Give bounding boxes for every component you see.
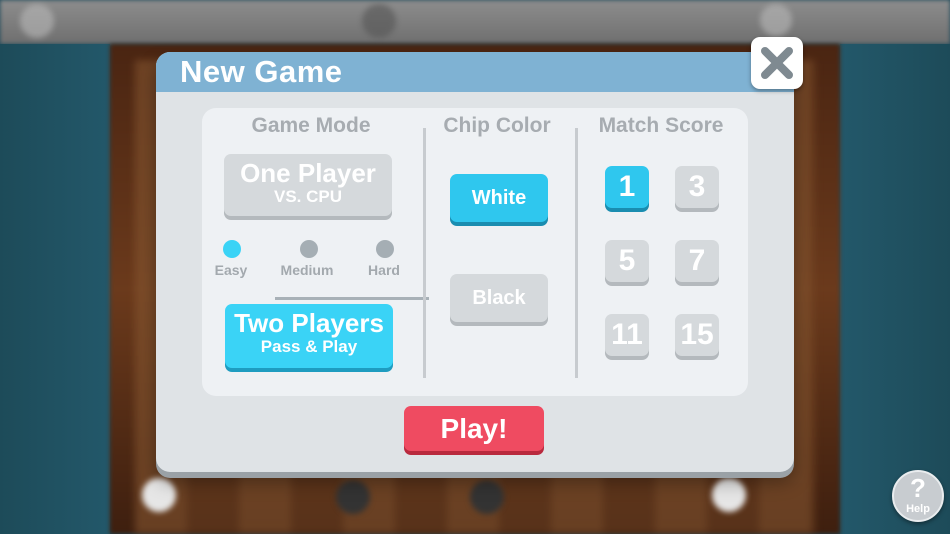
difficulty-slider-track[interactable] [275, 297, 429, 300]
match-score-heading: Match Score [598, 114, 724, 137]
column-divider [575, 128, 578, 378]
new-game-dialog: New Game Game Mode One Player VS. CPU Ea… [156, 52, 794, 472]
match-score-7-button[interactable]: 7 [675, 240, 719, 282]
match-score-15-button[interactable]: 15 [675, 314, 719, 356]
chip-color-white-button[interactable]: White [450, 174, 548, 222]
background-chip [712, 478, 746, 512]
close-button[interactable] [751, 37, 803, 89]
difficulty-knob-medium[interactable] [300, 240, 318, 258]
one-player-button[interactable]: One Player VS. CPU [224, 154, 392, 216]
dialog-title: New Game [180, 54, 343, 89]
two-players-title: Two Players [234, 308, 384, 338]
game-mode-heading: Game Mode [251, 114, 371, 137]
chip-color-heading: Chip Color [443, 114, 551, 137]
question-mark-icon: ? [910, 473, 926, 503]
two-players-button[interactable]: Two Players Pass & Play [225, 304, 393, 368]
play-button[interactable]: Play! [404, 406, 544, 451]
background-avatar [362, 4, 396, 38]
two-players-subtitle: Pass & Play [260, 337, 358, 356]
close-x-icon [758, 44, 796, 82]
column-divider [423, 128, 426, 378]
background-left-side [0, 44, 110, 534]
background-avatar [20, 4, 54, 38]
match-score-1-button[interactable]: 1 [605, 166, 649, 208]
match-score-5-button[interactable]: 5 [605, 240, 649, 282]
difficulty-label-medium: Medium [280, 262, 334, 278]
background-menu-icon [760, 4, 792, 36]
difficulty-knob-hard[interactable] [376, 240, 394, 258]
match-score-3-button[interactable]: 3 [675, 166, 719, 208]
help-label: Help [906, 503, 930, 515]
background-top-bar [0, 0, 950, 44]
one-player-subtitle: VS. CPU [273, 187, 343, 206]
difficulty-label-easy: Easy [214, 262, 248, 278]
background-right-side [840, 44, 950, 534]
help-button[interactable]: ? Help [892, 470, 944, 522]
background-chip [470, 480, 504, 514]
one-player-title: One Player [240, 158, 376, 188]
background-chip [142, 478, 176, 512]
dialog-header: New Game [156, 52, 794, 92]
difficulty-label-hard: Hard [368, 262, 400, 278]
match-score-11-button[interactable]: 11 [605, 314, 649, 356]
options-panel: Game Mode One Player VS. CPU Easy Medium… [202, 108, 748, 396]
chip-color-black-button[interactable]: Black [450, 274, 548, 322]
difficulty-knob-easy[interactable] [223, 240, 241, 258]
background-chip [336, 480, 370, 514]
